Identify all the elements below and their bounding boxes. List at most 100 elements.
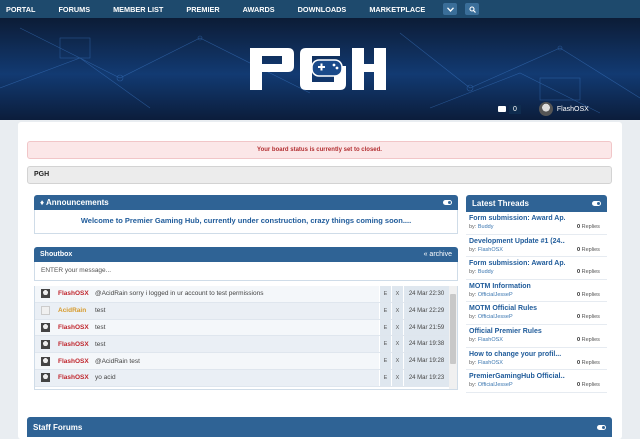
replies-label: Replies (581, 291, 600, 298)
thread-title[interactable]: Development Update #1 (24... (469, 235, 565, 245)
shout-row: FlashOSX @AcidRain sorry i logged in ur … (35, 286, 449, 303)
nav-downloads[interactable]: DOWNLOADS (298, 5, 347, 14)
reply-count: 0 (577, 382, 581, 389)
shout-message: test (95, 340, 106, 348)
edit-button[interactable]: E (379, 286, 391, 302)
replies-label: Replies (581, 382, 600, 389)
shout-row: AcidRain test E X 24 Mar 22:29 (35, 302, 449, 320)
reply-count: 0 (577, 269, 581, 276)
thread-item: Form submission: Award Ap... by: Buddy 0… (466, 212, 607, 235)
thread-replies: 0 Replies (577, 360, 600, 366)
gamepad-icon (311, 59, 343, 77)
nav-marketplace[interactable]: MARKETPLACE (369, 5, 425, 14)
thread-item: MOTM Information by: OfficialJesseP 0 Re… (466, 280, 607, 303)
delete-button[interactable]: X (391, 286, 403, 302)
shout-message-input[interactable]: ENTER your message... (34, 262, 458, 281)
collapse-toggle[interactable] (592, 201, 601, 206)
author-link[interactable]: OfficialJesseP (478, 292, 513, 298)
shout-user[interactable]: FlashOSX (58, 358, 95, 365)
mail-count[interactable]: 0 (509, 104, 521, 114)
author-link[interactable]: FlashOSX (478, 360, 503, 366)
author-link[interactable]: Buddy (478, 269, 494, 275)
edit-button[interactable]: E (379, 353, 391, 369)
thread-replies: 0 Replies (577, 382, 600, 388)
search-button[interactable] (465, 3, 480, 15)
breadcrumb[interactable]: PGH (27, 166, 612, 184)
shout-scrollbar[interactable] (449, 286, 457, 389)
nav-premier[interactable]: PREMIER (186, 5, 219, 14)
shoutbox-title: Shoutbox (40, 251, 73, 258)
thread-title[interactable]: How to change your profil... (469, 348, 565, 358)
delete-button[interactable]: X (391, 302, 403, 319)
nav-member-list[interactable]: MEMBER LIST (113, 5, 163, 14)
replies-label: Replies (581, 224, 600, 230)
edit-button[interactable]: E (379, 302, 391, 319)
shout-row: FlashOSX test E X 24 Mar 19:38 (35, 336, 449, 354)
scrollbar-thumb[interactable] (450, 294, 456, 364)
latest-threads-header: Latest Threads (466, 195, 607, 212)
shout-user[interactable]: AcidRain (58, 307, 95, 314)
author-link[interactable]: FlashOSX (478, 247, 503, 253)
edit-button[interactable]: E (379, 336, 391, 353)
by-label: by: (469, 291, 477, 298)
nav-forums[interactable]: FORUMS (58, 5, 90, 14)
more-menu-button[interactable] (443, 3, 458, 15)
archive-link[interactable]: « archive (424, 251, 452, 258)
nav-portal[interactable]: PORTAL (6, 5, 35, 14)
shout-user[interactable]: FlashOSX (58, 341, 95, 348)
thread-title[interactable]: MOTM Information (469, 280, 565, 290)
thread-item: Development Update #1 (24... by: FlashOS… (466, 235, 607, 258)
thread-item: MOTM Official Rules by: OfficialJesseP 0… (466, 302, 607, 325)
author-link[interactable]: Buddy (478, 224, 494, 230)
shout-row: FlashOSX test E X 24 Mar 21:59 (35, 319, 449, 337)
shout-user[interactable]: FlashOSX (58, 290, 95, 297)
delete-button[interactable]: X (391, 353, 403, 369)
edit-button[interactable]: E (379, 319, 391, 336)
top-navbar: PORTAL FORUMS MEMBER LIST PREMIER AWARDS… (0, 0, 640, 18)
thread-title[interactable]: Form submission: Award Ap... (469, 212, 565, 222)
collapse-toggle[interactable] (443, 200, 452, 205)
thread-replies: 0 Replies (577, 269, 600, 275)
mail-icon[interactable] (498, 106, 506, 112)
reply-count: 0 (577, 359, 581, 366)
thread-list: Form submission: Award Ap... by: Buddy 0… (466, 212, 607, 393)
thread-title[interactable]: PremierGamingHub Official... (469, 370, 565, 380)
nav-awards[interactable]: AWARDS (243, 5, 275, 14)
avatar (41, 356, 50, 366)
username[interactable]: FlashOSX (557, 106, 589, 113)
author-link[interactable]: FlashOSX (478, 337, 503, 343)
delete-button[interactable]: X (391, 369, 403, 386)
latest-threads-panel: Latest Threads Form submission: Award Ap… (466, 195, 607, 393)
reply-count: 0 (577, 314, 581, 321)
shout-date: 24 Mar 19:38 (403, 336, 449, 353)
shoutbox-header: Shoutbox « archive (34, 247, 458, 262)
staff-forums-title[interactable]: Staff Forums (33, 423, 82, 432)
shout-list: FlashOSX @AcidRain sorry i logged in ur … (34, 286, 458, 390)
thread-title[interactable]: MOTM Official Rules (469, 302, 565, 312)
collapse-toggle[interactable] (597, 424, 606, 430)
thread-title[interactable]: Official Premier Rules (469, 325, 565, 335)
user-area: 0 FlashOSX (498, 102, 589, 116)
shout-date: 24 Mar 22:30 (403, 286, 449, 302)
by-label: by: (469, 246, 477, 253)
avatar (41, 339, 50, 349)
shout-date: 24 Mar 22:29 (403, 302, 449, 319)
author-link[interactable]: OfficialJesseP (478, 382, 513, 388)
author-link[interactable]: OfficialJesseP (478, 314, 513, 320)
shout-user[interactable]: FlashOSX (58, 324, 95, 331)
delete-button[interactable]: X (391, 319, 403, 336)
avatar (41, 306, 50, 316)
thread-replies: 0 Replies (577, 314, 600, 320)
user-avatar[interactable] (538, 102, 553, 116)
thread-title[interactable]: Form submission: Award Ap... (469, 257, 565, 267)
staff-forums-panel: Staff Forums (27, 417, 612, 437)
shout-user[interactable]: FlashOSX (58, 374, 95, 381)
replies-label: Replies (581, 269, 600, 276)
edit-button[interactable]: E (379, 369, 391, 386)
delete-button[interactable]: X (391, 336, 403, 353)
shout-date: 24 Mar 19:28 (403, 353, 449, 369)
announcements-header: ♦ Announcements (34, 195, 458, 210)
staff-forums-header: Staff Forums (27, 417, 612, 437)
by-label: by: (469, 269, 477, 276)
chevron-down-icon (446, 6, 454, 12)
